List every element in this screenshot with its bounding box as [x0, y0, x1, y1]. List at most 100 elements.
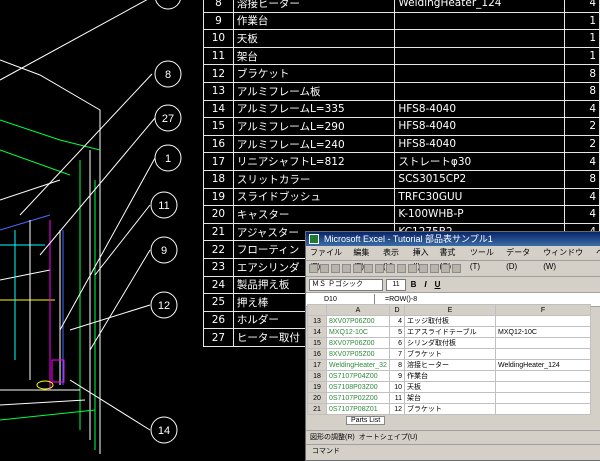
cell-f[interactable]	[495, 337, 591, 349]
cell-e[interactable]: シリンダ取付板	[404, 337, 496, 349]
cell-f[interactable]: MXQ12-10C	[495, 326, 591, 338]
row-header[interactable]: 21	[307, 403, 327, 415]
preview-icon[interactable]	[353, 264, 362, 273]
bold-button[interactable]: B	[409, 280, 418, 289]
cell-d[interactable]: 6	[389, 337, 405, 349]
cell-e[interactable]: ブラケット	[404, 348, 496, 360]
cell-e[interactable]: エッジ取付板	[404, 315, 496, 327]
balloon-label: 12	[158, 300, 170, 312]
menu-file[interactable]: ファイル(F)	[310, 246, 347, 271]
save-icon[interactable]	[331, 264, 340, 273]
bom-cell-name: 作業台	[232, 11, 396, 31]
cell-f[interactable]	[495, 315, 591, 327]
formula-input[interactable]: =ROW()-8	[375, 296, 417, 303]
column-header[interactable]: E	[404, 304, 496, 316]
undo-icon[interactable]	[397, 264, 406, 273]
cell-f[interactable]	[495, 370, 591, 382]
row-header[interactable]: 15	[307, 337, 327, 349]
cell-f[interactable]	[495, 348, 591, 360]
font-name-select[interactable]: ＭＳ Ｐゴシック	[309, 278, 383, 291]
zoom-icon[interactable]	[452, 264, 461, 273]
cell-a[interactable]: 8XV07P05Z00	[326, 348, 390, 360]
cell-d[interactable]: 8	[389, 359, 405, 371]
excel-window[interactable]: Microsoft Excel - Tutorial 部品表サンプル1 ファイル…	[305, 231, 600, 461]
cell-f[interactable]	[495, 392, 591, 404]
bom-cell-no: 9	[203, 11, 234, 31]
cell-f[interactable]	[495, 381, 591, 393]
cell-a[interactable]: MXQ12-10C	[326, 326, 390, 338]
cell-a[interactable]: 0S7107P02Z00	[326, 392, 390, 404]
copy-icon[interactable]	[375, 264, 384, 273]
cell-d[interactable]: 12	[389, 403, 405, 415]
cell-e[interactable]: エアスライドテーブル	[404, 326, 496, 338]
row-header[interactable]: 18	[307, 370, 327, 382]
draw-menu[interactable]: 図形の調整(R)	[310, 431, 355, 444]
cell-a[interactable]: 0S7107P08Z01	[326, 403, 390, 415]
sort-icon[interactable]	[430, 264, 439, 273]
menu-window[interactable]: ウィンドウ(W)	[543, 246, 590, 271]
cell-d[interactable]: 9	[389, 370, 405, 382]
autoshape-menu[interactable]: オートシェイプ(U)	[359, 431, 418, 444]
menu-data[interactable]: データ(D)	[506, 246, 537, 271]
cell-f[interactable]	[495, 403, 591, 415]
cell-a[interactable]: 8XV07P06Z00	[326, 337, 390, 349]
column-header[interactable]: A	[326, 304, 390, 316]
row-header[interactable]: 16	[307, 348, 327, 360]
italic-button[interactable]: I	[421, 280, 430, 289]
menu-view[interactable]: 表示(V)	[383, 246, 407, 271]
excel-title-bar[interactable]: Microsoft Excel - Tutorial 部品表サンプル1	[306, 232, 600, 246]
menu-tools[interactable]: ツール(T)	[470, 246, 500, 271]
cell-d[interactable]: 7	[389, 348, 405, 360]
menu-format[interactable]: 書式(O)	[439, 246, 463, 271]
row-header[interactable]: 14	[307, 326, 327, 338]
cell-d[interactable]: 11	[389, 392, 405, 404]
print-icon[interactable]	[342, 264, 351, 273]
bom-cell-name: アルミフレームL=290	[232, 117, 396, 136]
cell-a[interactable]: 0S7108P03Z00	[326, 381, 390, 393]
cell-e[interactable]: 天板	[404, 381, 496, 393]
menu-help[interactable]: ヘ	[596, 246, 600, 260]
row-header[interactable]: 19	[307, 381, 327, 393]
bom-cell-part	[394, 11, 566, 31]
bom-cell-part: TRFC30GUU	[394, 187, 566, 207]
spreadsheet-row: 16 8XV07P05Z00 7 ブラケット	[307, 348, 591, 360]
bom-cell-no: 15	[203, 117, 234, 136]
cell-e[interactable]: 架台	[404, 392, 496, 404]
open-icon[interactable]	[320, 264, 329, 273]
cell-d[interactable]: 5	[389, 326, 405, 338]
row-header[interactable]: 13	[307, 315, 327, 327]
cell-d[interactable]: 10	[389, 381, 405, 393]
spreadsheet-grid[interactable]: A D E F 13 8XV07P06Z00 4 エッジ取付板 14 MXQ12-10C 5 エアスラ…	[307, 304, 591, 426]
cell-d[interactable]: 4	[389, 315, 405, 327]
sheet-tab[interactable]: Parts List	[346, 416, 386, 425]
menu-edit[interactable]: 編集(E)	[353, 246, 377, 271]
cell-e[interactable]: 作業台	[404, 370, 496, 382]
sum-icon[interactable]	[419, 264, 428, 273]
cell-a[interactable]: 0S7107P04Z00	[326, 370, 390, 382]
excel-app-icon	[309, 234, 319, 244]
cell-e[interactable]: ブラケット	[404, 403, 496, 415]
column-header[interactable]: D	[389, 304, 405, 316]
new-icon[interactable]	[309, 264, 318, 273]
redo-icon[interactable]	[408, 264, 417, 273]
cell-f[interactable]: WeldingHeater_124	[495, 359, 591, 371]
column-header[interactable]: F	[495, 304, 591, 316]
font-size-select[interactable]: 11	[386, 278, 406, 291]
chart-icon[interactable]	[441, 264, 450, 273]
cell-e[interactable]: 溶接ヒーター	[404, 359, 496, 371]
cell-a[interactable]: 8XV07P06Z00	[326, 315, 390, 327]
bom-row: 10 天板 1	[203, 29, 600, 48]
bom-row: 17 リニアシャフトL=812 ストレートφ30 4	[203, 152, 600, 171]
underline-button[interactable]: U	[433, 280, 442, 289]
bom-row: 19 スライドブッシュ TRFC30GUU 4	[203, 187, 600, 207]
cell-a[interactable]: WeldingHeater_32	[326, 359, 390, 371]
bom-cell-part: K-100WHB-P	[394, 205, 566, 224]
column-header[interactable]	[307, 304, 327, 316]
bom-row: 12 ブラケット 8	[203, 64, 600, 83]
row-header[interactable]: 17	[307, 359, 327, 371]
menu-insert[interactable]: 挿入(I)	[413, 246, 434, 271]
paste-icon[interactable]	[386, 264, 395, 273]
row-header[interactable]: 20	[307, 392, 327, 404]
cut-icon[interactable]	[364, 264, 373, 273]
bom-cell-no: 14	[203, 99, 234, 119]
